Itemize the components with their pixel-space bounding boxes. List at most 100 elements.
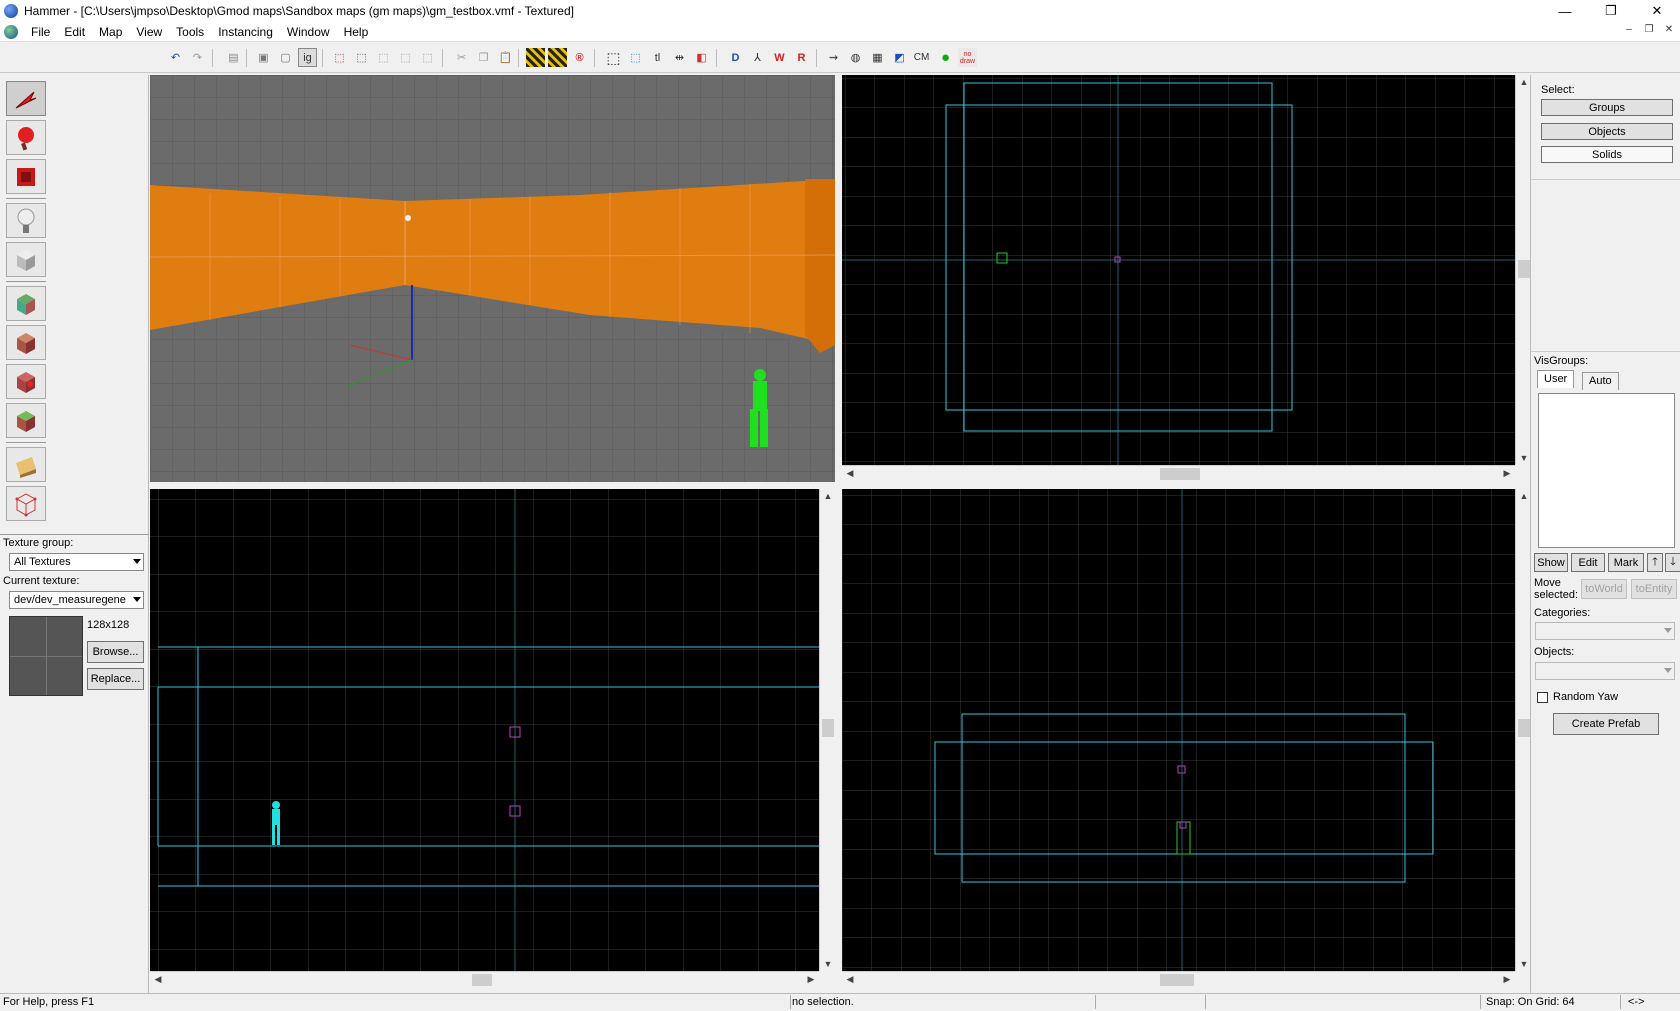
paste-icon[interactable]: 📋 bbox=[496, 48, 515, 67]
hazard-icon[interactable] bbox=[526, 48, 545, 67]
to-world-button[interactable]: toWorld bbox=[1581, 579, 1627, 599]
to-entity-button[interactable]: toEntity bbox=[1631, 579, 1677, 599]
top-view-hscroll[interactable]: ◀ ▶ bbox=[842, 465, 1515, 481]
viewport-3d[interactable] bbox=[150, 75, 835, 482]
minimize-button[interactable]: — bbox=[1542, 0, 1588, 22]
top-view-vscroll[interactable]: ▲ ▼ bbox=[1515, 75, 1531, 465]
toggle-texture-icon[interactable]: tl bbox=[648, 48, 667, 67]
texture-preview[interactable] bbox=[9, 616, 83, 696]
restore-button[interactable]: ❐ bbox=[1588, 0, 1634, 22]
save-icon[interactable]: ▤ bbox=[224, 48, 243, 67]
menu-window[interactable]: Window bbox=[280, 25, 337, 39]
replace-button[interactable]: Replace... bbox=[87, 668, 144, 690]
side-view-vscroll[interactable]: ▲ ▼ bbox=[1515, 489, 1531, 971]
chevron-down-icon bbox=[1664, 628, 1672, 633]
clipping-tool[interactable] bbox=[6, 447, 46, 482]
carve-icon[interactable]: ⬚ bbox=[396, 48, 415, 67]
menu-instancing[interactable]: Instancing bbox=[211, 25, 280, 39]
viewport-top[interactable] bbox=[842, 75, 1515, 465]
grid-icon[interactable]: ▦ bbox=[868, 48, 887, 67]
transform-icon[interactable]: ⇹ bbox=[670, 48, 689, 67]
hide-selected-icon[interactable]: ⬚ bbox=[330, 48, 349, 67]
random-yaw-label: Random Yaw bbox=[1553, 691, 1619, 703]
front-view-grid bbox=[150, 489, 819, 971]
select-solids-button[interactable]: Solids bbox=[1541, 146, 1673, 163]
browse-button[interactable]: Browse... bbox=[87, 641, 144, 663]
entity-tool[interactable] bbox=[6, 203, 46, 238]
chevron-down-icon bbox=[133, 597, 141, 602]
side-view-hscroll[interactable]: ◀ ▶ bbox=[842, 971, 1515, 987]
vertex-icon[interactable]: ⇝ bbox=[824, 48, 843, 67]
tab-auto[interactable]: Auto bbox=[1582, 372, 1619, 390]
window-title: Hammer - [C:\Users\jmpso\Desktop\Gmod ma… bbox=[24, 4, 574, 18]
box-select-icon[interactable]: ⬚ bbox=[604, 48, 623, 67]
visgroups-label: VisGroups: bbox=[1534, 355, 1589, 367]
menu-file[interactable]: File bbox=[24, 25, 57, 39]
menu-view[interactable]: View bbox=[129, 25, 169, 39]
show-button[interactable]: Show bbox=[1534, 553, 1568, 572]
vertex-tool[interactable] bbox=[6, 486, 46, 521]
menu-edit[interactable]: Edit bbox=[57, 25, 92, 39]
smooth-icon[interactable]: W bbox=[770, 48, 789, 67]
move-down-button[interactable]: 🡓 bbox=[1665, 553, 1680, 572]
current-texture-select[interactable]: dev/dev_measuregene bbox=[9, 591, 144, 609]
compile-icon[interactable]: ● bbox=[936, 48, 955, 67]
cut-icon[interactable]: ✂ bbox=[452, 48, 471, 67]
block-tool[interactable] bbox=[6, 242, 46, 277]
tab-user[interactable]: User bbox=[1537, 370, 1575, 388]
create-prefab-button[interactable]: Create Prefab bbox=[1553, 713, 1659, 735]
document-icon[interactable] bbox=[4, 24, 18, 39]
toggle-models-icon[interactable]: ⅄ bbox=[748, 48, 767, 67]
categories-select[interactable] bbox=[1535, 622, 1675, 640]
toggle-helpers-icon[interactable]: D bbox=[726, 48, 745, 67]
visgroups-list[interactable] bbox=[1538, 393, 1675, 548]
copy-icon[interactable]: ❐ bbox=[474, 48, 493, 67]
menu-bar: File Edit Map View Tools Instancing Wind… bbox=[0, 22, 1680, 42]
decal-tool[interactable] bbox=[6, 364, 46, 399]
move-up-button[interactable]: 🡑 bbox=[1647, 553, 1663, 572]
ungroup-icon[interactable]: ▢ bbox=[276, 48, 295, 67]
ignore-groups-icon[interactable]: ig bbox=[298, 48, 317, 67]
viewport-side[interactable] bbox=[842, 489, 1515, 971]
menu-map[interactable]: Map bbox=[92, 25, 129, 39]
flip-icon[interactable]: ◧ bbox=[692, 48, 711, 67]
cordon-icon[interactable]: CM bbox=[912, 48, 931, 67]
hide-unselected-icon[interactable]: ⬚ bbox=[352, 48, 371, 67]
mdi-restore-button[interactable]: ❐ bbox=[1642, 24, 1656, 38]
show-all-icon[interactable]: ⬚ bbox=[374, 48, 393, 67]
group-icon[interactable]: ▣ bbox=[254, 48, 273, 67]
decals-icon[interactable]: R bbox=[792, 48, 811, 67]
redo-icon[interactable]: ↷ bbox=[188, 48, 207, 67]
texture-group-select[interactable]: All Textures bbox=[9, 553, 144, 571]
magnify-tool[interactable] bbox=[6, 120, 46, 155]
selection-tool[interactable] bbox=[6, 81, 46, 116]
select-groups-button[interactable]: Groups bbox=[1541, 99, 1673, 116]
mdi-minimize-button[interactable]: – bbox=[1622, 24, 1636, 38]
nodraw-toggle-icon[interactable]: no draw bbox=[958, 48, 977, 67]
toggle-texlock-icon[interactable] bbox=[548, 48, 567, 67]
mdi-close-button[interactable]: ✕ bbox=[1662, 24, 1676, 38]
random-yaw-checkbox[interactable] bbox=[1537, 692, 1548, 703]
vertex-cube-icon bbox=[15, 492, 37, 516]
edit-button[interactable]: Edit bbox=[1571, 553, 1605, 572]
front-view-vscroll[interactable]: ▲ ▼ bbox=[819, 489, 835, 971]
texture-application-tool[interactable] bbox=[6, 286, 46, 321]
apply-current-texture-tool[interactable] bbox=[6, 325, 46, 360]
wireframe-icon[interactable]: ◍ bbox=[846, 48, 865, 67]
selection-mode-icon[interactable]: ⬚ bbox=[626, 48, 645, 67]
mark-button[interactable]: Mark bbox=[1608, 553, 1644, 572]
menu-tools[interactable]: Tools bbox=[169, 25, 211, 39]
select-objects-button[interactable]: Objects bbox=[1541, 123, 1673, 140]
overlay-tool[interactable] bbox=[6, 403, 46, 438]
menu-help[interactable]: Help bbox=[337, 25, 376, 39]
hollow-icon[interactable]: ⬚ bbox=[418, 48, 437, 67]
title-bar: Hammer - [C:\Users\jmpso\Desktop\Gmod ma… bbox=[0, 0, 1680, 22]
front-view-hscroll[interactable]: ◀ ▶ bbox=[150, 971, 819, 987]
lighting-icon[interactable]: ◩ bbox=[890, 48, 909, 67]
toggle-scale-lock-icon[interactable]: ® bbox=[570, 48, 589, 67]
close-button[interactable]: ✕ bbox=[1634, 0, 1680, 22]
camera-tool[interactable] bbox=[6, 159, 46, 194]
viewport-front[interactable] bbox=[150, 489, 819, 971]
objects-select[interactable] bbox=[1535, 662, 1675, 680]
undo-icon[interactable]: ↶ bbox=[166, 48, 185, 67]
